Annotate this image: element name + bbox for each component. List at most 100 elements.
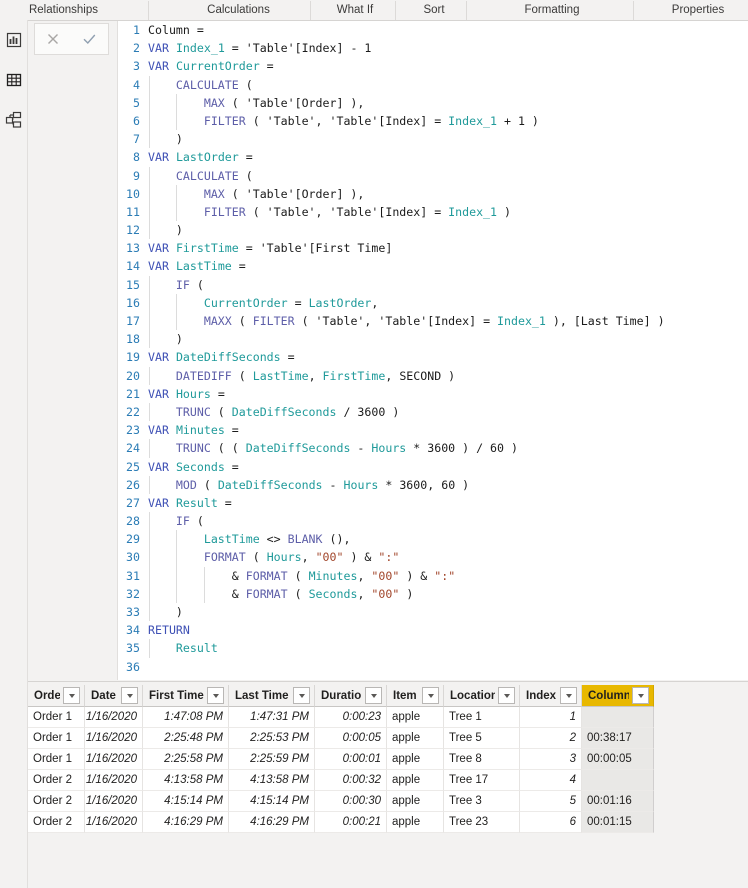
code-line[interactable]: 33 ): [118, 603, 748, 622]
code-line[interactable]: 2 VAR Index_1 = 'Table'[Index] - 1: [118, 39, 748, 57]
code-line[interactable]: 31 & FORMAT ( Minutes, "00" ) & ":": [118, 566, 748, 585]
ribbon-group-sort[interactable]: Sort: [400, 0, 468, 20]
code-line[interactable]: 7 ): [118, 130, 748, 149]
table-cell[interactable]: 4:16:29 PM: [229, 812, 315, 833]
chevron-down-icon[interactable]: [207, 687, 224, 704]
code-line[interactable]: 34 RETURN: [118, 621, 748, 639]
column-header-order[interactable]: Order: [28, 685, 85, 707]
table-cell[interactable]: apple: [387, 749, 444, 770]
code-line[interactable]: 12 ): [118, 221, 748, 240]
table-cell[interactable]: 1/16/2020: [85, 812, 143, 833]
code-line[interactable]: 4 CALCULATE (: [118, 75, 748, 94]
chevron-down-icon[interactable]: [121, 687, 138, 704]
table-cell[interactable]: 00:38:17: [582, 728, 654, 749]
table-cell[interactable]: Order 2: [28, 791, 85, 812]
code-line[interactable]: 27 VAR Result =: [118, 494, 748, 512]
table-cell[interactable]: 0:00:32: [315, 770, 387, 791]
table-cell[interactable]: 00:00:05: [582, 749, 654, 770]
ribbon-group-formatting[interactable]: Formatting: [472, 0, 632, 20]
code-line[interactable]: 10 MAX ( 'Table'[Order] ),: [118, 184, 748, 203]
table-cell[interactable]: 1/16/2020: [85, 770, 143, 791]
code-line[interactable]: 32 & FORMAT ( Seconds, "00" ): [118, 584, 748, 603]
code-line[interactable]: 11 FILTER ( 'Table', 'Table'[Index] = In…: [118, 202, 748, 222]
table-cell[interactable]: 1/16/2020: [85, 707, 143, 728]
table-cell[interactable]: 1:47:31 PM: [229, 707, 315, 728]
chevron-down-icon[interactable]: [63, 687, 80, 704]
code-line[interactable]: 30 FORMAT ( Hours, "00" ) & ":": [118, 548, 748, 567]
table-cell[interactable]: apple: [387, 728, 444, 749]
data-view-icon[interactable]: [4, 70, 24, 90]
chevron-down-icon[interactable]: [365, 687, 382, 704]
code-line[interactable]: 1 Column =: [118, 21, 748, 39]
table-cell[interactable]: 4:13:58 PM: [143, 770, 229, 791]
table-cell[interactable]: 1/16/2020: [85, 728, 143, 749]
table-cell[interactable]: 0:00:30: [315, 791, 387, 812]
chevron-down-icon[interactable]: [560, 687, 577, 704]
report-view-icon[interactable]: [4, 30, 24, 50]
table-cell[interactable]: Order 2: [28, 770, 85, 791]
table-cell[interactable]: 4: [520, 770, 582, 791]
code-line[interactable]: 25 VAR Seconds =: [118, 458, 748, 476]
table-cell[interactable]: Order 1: [28, 707, 85, 728]
table-cell[interactable]: 4:15:14 PM: [143, 791, 229, 812]
table-cell[interactable]: 6: [520, 812, 582, 833]
code-line[interactable]: 36: [118, 658, 748, 676]
table-cell[interactable]: 2:25:59 PM: [229, 749, 315, 770]
code-line[interactable]: 23 VAR Minutes =: [118, 421, 748, 439]
table-cell[interactable]: apple: [387, 812, 444, 833]
column-header-first-time[interactable]: First Time: [143, 685, 229, 707]
table-cell[interactable]: 1/16/2020: [85, 749, 143, 770]
cancel-button[interactable]: [38, 26, 68, 52]
table-cell[interactable]: Order 1: [28, 749, 85, 770]
table-cell[interactable]: 0:00:01: [315, 749, 387, 770]
table-cell[interactable]: 1:47:08 PM: [143, 707, 229, 728]
code-line[interactable]: 9 CALCULATE (: [118, 166, 748, 185]
code-line[interactable]: 5 MAX ( 'Table'[Order] ),: [118, 93, 748, 112]
table-cell[interactable]: 3: [520, 749, 582, 770]
table-cell[interactable]: 2:25:53 PM: [229, 728, 315, 749]
code-line[interactable]: 35 Result: [118, 639, 748, 658]
code-line[interactable]: 15 IF (: [118, 275, 748, 294]
table-cell[interactable]: Tree 1: [444, 707, 520, 728]
code-line[interactable]: 26 MOD ( DateDiffSeconds - Hours * 3600,…: [118, 475, 748, 494]
table-cell[interactable]: 2:25:48 PM: [143, 728, 229, 749]
code-line[interactable]: 17 MAXX ( FILTER ( 'Table', 'Table'[Inde…: [118, 312, 748, 331]
commit-button[interactable]: [75, 26, 105, 52]
column-header-last-time[interactable]: Last Time: [229, 685, 315, 707]
table-cell[interactable]: apple: [387, 791, 444, 812]
column-header-index[interactable]: Index: [520, 685, 582, 707]
ribbon-group-relationships[interactable]: Relationships: [0, 0, 141, 20]
chevron-down-icon[interactable]: [293, 687, 310, 704]
table-cell[interactable]: Order 1: [28, 728, 85, 749]
chevron-down-icon[interactable]: [632, 687, 649, 704]
column-header-date[interactable]: Date: [85, 685, 143, 707]
ribbon-group-what-if[interactable]: What If: [315, 0, 395, 20]
model-view-icon[interactable]: [4, 110, 24, 130]
table-cell[interactable]: Tree 8: [444, 749, 520, 770]
column-header-location[interactable]: Location: [444, 685, 520, 707]
table-cell[interactable]: apple: [387, 707, 444, 728]
ribbon-group-calculations[interactable]: Calculations: [176, 0, 301, 20]
table-cell[interactable]: apple: [387, 770, 444, 791]
ribbon-group-properties[interactable]: Properties: [633, 0, 748, 20]
code-line[interactable]: 19 VAR DateDiffSeconds =: [118, 348, 748, 366]
code-line[interactable]: 20 DATEDIFF ( LastTime, FirstTime, SECON…: [118, 366, 748, 385]
chevron-down-icon[interactable]: [422, 687, 439, 704]
code-line[interactable]: 16 CurrentOrder = LastOrder,: [118, 293, 748, 312]
table-cell[interactable]: 00:01:15: [582, 812, 654, 833]
code-line[interactable]: 21 VAR Hours =: [118, 385, 748, 403]
table-cell[interactable]: 4:15:14 PM: [229, 791, 315, 812]
table-cell[interactable]: 2: [520, 728, 582, 749]
code-line[interactable]: 14 VAR LastTime =: [118, 257, 748, 275]
table-cell[interactable]: 0:00:05: [315, 728, 387, 749]
dax-formula-editor[interactable]: 1 Column = 2 VAR Index_1 = 'Table'[Index] -…: [118, 21, 748, 680]
code-line[interactable]: 29 LastTime <> BLANK (),: [118, 530, 748, 549]
table-cell[interactable]: 00:01:16: [582, 791, 654, 812]
table-cell[interactable]: Order 2: [28, 812, 85, 833]
code-line[interactable]: 28 IF (: [118, 512, 748, 531]
table-cell[interactable]: Tree 23: [444, 812, 520, 833]
table-cell[interactable]: 4:13:58 PM: [229, 770, 315, 791]
table-cell[interactable]: [582, 707, 654, 728]
code-line[interactable]: 13 VAR FirstTime = 'Table'[First Time]: [118, 239, 748, 257]
code-line[interactable]: 22 TRUNC ( DateDiffSeconds / 3600 ): [118, 402, 748, 422]
